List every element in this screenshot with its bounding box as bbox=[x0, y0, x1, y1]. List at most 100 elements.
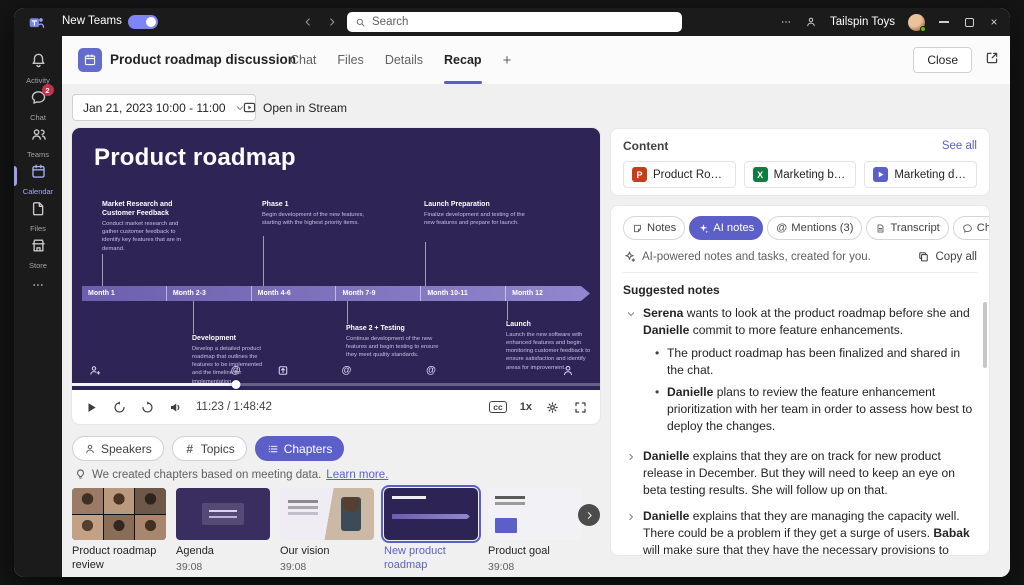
notes-tab-chat[interactable]: Chat bbox=[953, 216, 990, 240]
content-file-powerpoint[interactable]: P Product Roadmap... bbox=[623, 161, 736, 188]
fullscreen-icon[interactable] bbox=[573, 400, 588, 415]
sidebar-item-label: Store bbox=[29, 262, 47, 270]
powerpoint-icon: P bbox=[632, 167, 647, 182]
chapter-time: 39:08 bbox=[384, 575, 478, 578]
chapter-item[interactable]: Product roadmap review 39:08 bbox=[72, 488, 166, 577]
phase-body: Finalize development and testing of the … bbox=[424, 211, 528, 227]
video-player: Product roadmap Market Research and Cust… bbox=[72, 128, 600, 424]
notes-tab-transcript[interactable]: Transcript bbox=[866, 216, 948, 240]
notes-tabs: Notes AI notes @Mentions (3) Transcript … bbox=[623, 216, 977, 240]
copy-all-button[interactable]: Copy all bbox=[917, 250, 977, 263]
chevron-down-icon[interactable] bbox=[623, 306, 639, 322]
chapter-thumbnail[interactable] bbox=[280, 488, 374, 540]
filter-topics-button[interactable]: #Topics bbox=[172, 436, 247, 461]
share-icon[interactable] bbox=[277, 364, 290, 377]
chapter-title: Agenda bbox=[176, 545, 270, 559]
chapter-item[interactable]: Agenda 39:08 bbox=[176, 488, 270, 577]
add-tab-button[interactable]: + bbox=[503, 36, 512, 84]
open-in-stream-link[interactable]: Open in Stream bbox=[242, 94, 347, 121]
minimize-button[interactable] bbox=[938, 16, 950, 28]
timeline-month: Month 7-9 bbox=[336, 286, 421, 301]
chapter-item[interactable]: Product goal 39:08 bbox=[488, 488, 582, 577]
content-file-excel[interactable]: X Marketing budget... bbox=[744, 161, 857, 188]
chapter-thumbnail[interactable] bbox=[488, 488, 582, 540]
phase-heading: Development bbox=[192, 334, 270, 343]
filmstrip-next-button[interactable] bbox=[578, 504, 600, 526]
sidebar-item-chat[interactable]: 2 Chat bbox=[14, 89, 62, 118]
sidebar-item-label: Calendar bbox=[23, 188, 53, 196]
tab-details[interactable]: Details bbox=[385, 36, 423, 84]
filter-chapters-button[interactable]: Chapters bbox=[255, 436, 345, 461]
maximize-button[interactable] bbox=[963, 16, 975, 28]
recap-filters: Speakers #Topics Chapters bbox=[72, 436, 344, 461]
seek-bar[interactable] bbox=[72, 383, 600, 386]
notes-tab-mentions-3[interactable]: @Mentions (3) bbox=[767, 216, 862, 240]
more-options-icon[interactable] bbox=[780, 16, 792, 28]
tab-files[interactable]: Files bbox=[337, 36, 363, 84]
sidebar-item-activity[interactable]: Activity bbox=[14, 52, 62, 81]
sidebar-item-teams[interactable]: Teams bbox=[14, 126, 62, 155]
chapter-thumbnail[interactable] bbox=[384, 488, 478, 540]
sparkle-icon bbox=[623, 250, 636, 263]
mention-icon[interactable]: @ bbox=[229, 364, 242, 377]
search-box[interactable] bbox=[347, 12, 682, 32]
avatar[interactable] bbox=[908, 14, 925, 31]
back-icon[interactable] bbox=[302, 16, 314, 28]
filter-label: Chapters bbox=[284, 442, 333, 456]
org-name[interactable]: Tailspin Toys bbox=[830, 16, 895, 28]
learn-more-link[interactable]: Learn more. bbox=[326, 469, 388, 481]
notes-tab-ai-notes[interactable]: AI notes bbox=[689, 216, 763, 240]
people-icon[interactable] bbox=[805, 16, 817, 28]
mention-icon[interactable]: @ bbox=[425, 364, 438, 377]
bell-icon bbox=[30, 52, 47, 69]
new-teams-toggle[interactable] bbox=[128, 15, 158, 29]
chapter-time: 39:08 bbox=[176, 561, 270, 573]
playback-time: 11:23 / 1:48:42 bbox=[196, 401, 272, 413]
tab-recap[interactable]: Recap bbox=[444, 36, 482, 84]
see-all-link[interactable]: See all bbox=[942, 140, 977, 152]
chapter-thumbnail[interactable] bbox=[176, 488, 270, 540]
person-add-icon[interactable] bbox=[89, 364, 102, 377]
connector-line bbox=[425, 242, 426, 286]
close-button[interactable]: Close bbox=[913, 47, 972, 73]
video-frame[interactable]: Product roadmap Market Research and Cust… bbox=[72, 128, 600, 390]
chapter-item[interactable]: New product roadmap 39:08 bbox=[384, 488, 478, 577]
play-icon[interactable] bbox=[84, 400, 99, 415]
playback-speed[interactable]: 1x bbox=[520, 401, 532, 413]
skip-forward-icon[interactable] bbox=[140, 400, 155, 415]
forward-icon[interactable] bbox=[326, 16, 338, 28]
date-range-dropdown[interactable]: Jan 21, 2023 10:00 - 11:00 bbox=[72, 94, 256, 121]
tab-chat[interactable]: Chat bbox=[290, 36, 316, 84]
content-card: Content See all P Product Roadmap... X M… bbox=[610, 128, 990, 196]
chapter-time: 39:08 bbox=[72, 575, 166, 578]
gear-icon[interactable] bbox=[545, 400, 560, 415]
close-window-button[interactable]: × bbox=[988, 16, 1000, 28]
captions-button[interactable]: cc bbox=[489, 401, 506, 414]
notes-tab-notes[interactable]: Notes bbox=[623, 216, 685, 240]
mention-icon[interactable]: @ bbox=[340, 364, 353, 377]
chevron-right-icon[interactable] bbox=[623, 449, 639, 465]
sidebar-item-files[interactable]: Files bbox=[14, 200, 62, 229]
sidebar-item-store[interactable]: Store bbox=[14, 237, 62, 266]
sidebar-item-label: Chat bbox=[30, 114, 46, 122]
person-icon[interactable] bbox=[562, 364, 575, 377]
chapter-item[interactable]: Our vision 39:08 bbox=[280, 488, 374, 577]
teams-logo-icon bbox=[28, 14, 45, 31]
popout-icon[interactable] bbox=[984, 50, 1000, 66]
progress-played bbox=[72, 383, 236, 386]
sidebar-more-button[interactable] bbox=[14, 278, 62, 292]
skip-back-icon[interactable] bbox=[112, 400, 127, 415]
progress-knob[interactable] bbox=[231, 380, 240, 389]
chapters-note-text: We created chapters based on meeting dat… bbox=[92, 469, 321, 481]
chapter-filmstrip: Product roadmap review 39:08 Agenda 39:0… bbox=[72, 488, 582, 577]
chapter-title: Our vision bbox=[280, 545, 374, 559]
filter-speakers-button[interactable]: Speakers bbox=[72, 436, 164, 461]
chapter-thumbnail[interactable] bbox=[72, 488, 166, 540]
chevron-right-icon[interactable] bbox=[623, 509, 639, 525]
search-input[interactable] bbox=[372, 16, 674, 28]
player-controls: 11:23 / 1:48:42 cc 1x bbox=[72, 390, 600, 424]
scrollbar-thumb[interactable] bbox=[983, 302, 987, 368]
sidebar-item-calendar[interactable]: Calendar bbox=[14, 163, 62, 192]
volume-icon[interactable] bbox=[168, 400, 183, 415]
content-file-video[interactable]: Marketing demo... bbox=[864, 161, 977, 188]
